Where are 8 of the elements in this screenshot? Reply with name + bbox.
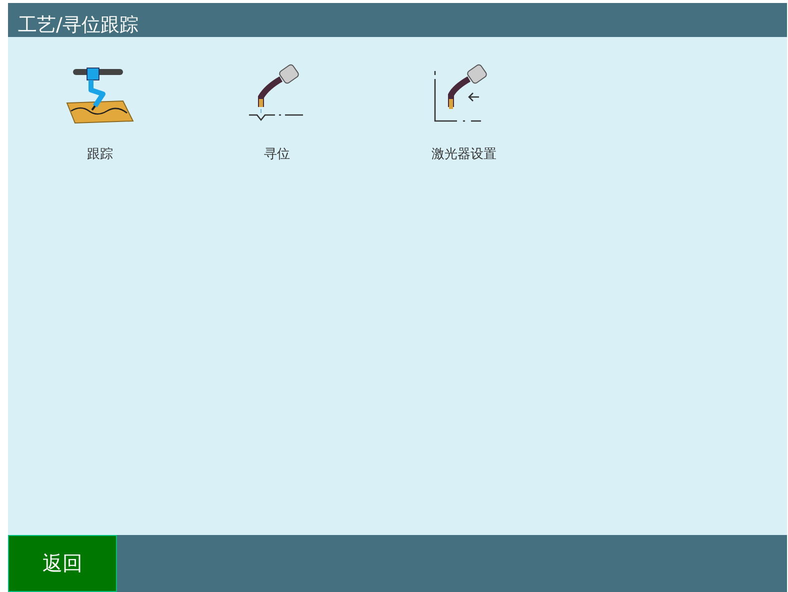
tile-label: 寻位 xyxy=(264,146,290,163)
back-button[interactable]: 返回 xyxy=(8,535,117,592)
menu-tile[interactable]: 跟踪 xyxy=(8,63,192,163)
menu-tile[interactable]: 寻位 xyxy=(192,63,362,163)
tile-label: 跟踪 xyxy=(87,146,113,163)
tile-label: 激光器设置 xyxy=(432,146,496,163)
window-title: 工艺/寻位跟踪 xyxy=(18,13,138,37)
menu-tile[interactable]: 激光器设置 xyxy=(362,63,566,163)
